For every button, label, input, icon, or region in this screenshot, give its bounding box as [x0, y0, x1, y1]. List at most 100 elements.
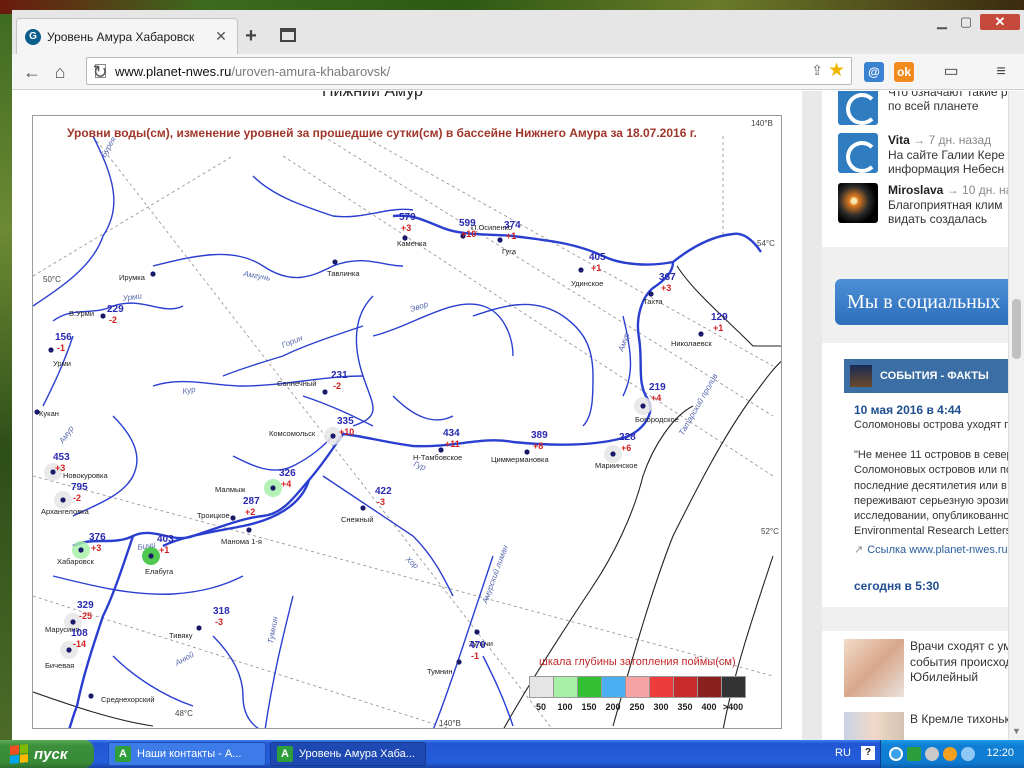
station-dot[interactable] [148, 553, 154, 559]
station-dot[interactable] [60, 497, 66, 503]
station-dot[interactable] [100, 313, 106, 319]
station-dot[interactable] [578, 267, 584, 273]
back-button[interactable]: ← [20, 60, 44, 84]
scale-label: 100 [557, 702, 573, 712]
share-icon[interactable]: ⇪ [811, 62, 823, 79]
app-icon: A [115, 746, 131, 762]
water-label: Тумнин [266, 615, 280, 644]
tray-network-icon[interactable] [925, 747, 939, 761]
minimize-button[interactable]: ▁ [932, 14, 952, 30]
station-dot[interactable] [66, 647, 72, 653]
news-subtitle[interactable]: Соломоновы острова уходят под [854, 419, 1008, 431]
station-level: 367 [659, 272, 676, 283]
station-level: 329 [77, 600, 94, 611]
station-dot[interactable] [322, 389, 328, 395]
language-indicator[interactable]: RU [835, 747, 851, 759]
station-change: -25 [79, 611, 92, 621]
station-name: Снежный [341, 515, 373, 524]
scale-label: 150 [581, 702, 597, 712]
page-scrollbar[interactable]: ▼ [1008, 91, 1024, 740]
station-dot[interactable] [648, 291, 654, 297]
station-level: 335 [337, 416, 354, 427]
station-name: Манома 1-я [221, 537, 262, 546]
comment-item[interactable]: Miroslava → 10 дн. наз Благоприятная кли… [838, 183, 1008, 227]
address-bar[interactable]: www.planet-nwes.ru/uroven-amura-khabarov… [86, 57, 852, 85]
scroll-down-icon[interactable]: ▼ [1012, 726, 1021, 736]
comment-line1: Что означают такие р [888, 91, 1008, 99]
grid-line [33, 475, 774, 677]
close-window-button[interactable]: ✕ [980, 14, 1020, 30]
tray-back-icon[interactable] [889, 747, 903, 761]
comment-author[interactable]: Miroslava [888, 183, 943, 197]
station-name: Каменка [397, 239, 427, 248]
station-dot[interactable] [196, 625, 202, 631]
station-dot[interactable] [524, 449, 530, 455]
station-dot[interactable] [88, 693, 94, 699]
station-change: +6 [621, 443, 631, 453]
station-dot[interactable] [474, 629, 480, 635]
station-dot[interactable] [330, 433, 336, 439]
station-level: 229 [107, 304, 124, 315]
social-networks-banner[interactable]: Мы в социальных [835, 279, 1008, 325]
tributary [72, 415, 138, 517]
chat-icon[interactable]: ▭ [940, 62, 962, 82]
comment-time: 10 дн. наз [962, 183, 1008, 197]
station-dot[interactable] [48, 347, 54, 353]
reload-arrow-icon[interactable]: ↻ [88, 60, 112, 84]
tab-active[interactable]: G Уровень Амура Хабаровск ✕ [16, 18, 238, 54]
news-link-url[interactable]: www.planet-nwes.ru [909, 544, 1007, 556]
comment-item[interactable]: Vita → 7 дн. назад На сайте Галии Кере ин… [838, 133, 1008, 177]
station-name: Циммермановка [491, 455, 549, 464]
comment-author[interactable]: Vita [888, 133, 910, 147]
station-dot[interactable] [78, 547, 84, 553]
odnoklassniki-extension-icon[interactable]: ok [894, 62, 914, 82]
new-tab-button[interactable]: + [240, 26, 262, 46]
teaser-line: В Кремле тихонько [910, 712, 1008, 726]
scale-swatch [553, 676, 578, 698]
maximize-button[interactable]: ▢ [956, 14, 976, 30]
comment-item[interactable]: Что означают такие р по всей планете [838, 91, 1008, 129]
menu-icon[interactable]: ≡ [990, 62, 1012, 82]
station-dot[interactable] [640, 403, 646, 409]
help-icon[interactable]: ? [861, 746, 875, 760]
taskbar-item-amur[interactable]: A Уровень Амура Хаба... [270, 742, 426, 766]
station-change: -2 [109, 315, 117, 325]
station-dot[interactable] [610, 451, 616, 457]
tributary [212, 635, 259, 728]
taskbar-item-contacts[interactable]: A Наши контакты - A... [108, 742, 266, 766]
teaser-item[interactable]: Врачи сходят с ум события происход Юбиле… [844, 639, 1008, 699]
grid-label: 50°С [43, 275, 61, 284]
mail-extension-icon[interactable]: @ [864, 62, 884, 82]
station-dot[interactable] [438, 447, 444, 453]
station-dot[interactable] [497, 237, 503, 243]
tray-security-icon[interactable] [943, 747, 957, 761]
tab-overview-icon[interactable] [280, 28, 296, 42]
bookmark-star-icon[interactable]: ★ [828, 59, 845, 82]
station-dot[interactable] [360, 505, 366, 511]
teaser-item[interactable]: В Кремле тихонько [844, 712, 1008, 740]
app-icon: A [277, 746, 293, 762]
station-level: 434 [443, 428, 460, 439]
tray-app-icon[interactable] [907, 747, 921, 761]
scrollbar-thumb[interactable] [1012, 299, 1021, 359]
station-dot[interactable] [150, 271, 156, 277]
station-dot[interactable] [332, 259, 338, 265]
station-dot[interactable] [698, 331, 704, 337]
tributary [152, 253, 404, 279]
station-dot[interactable] [70, 619, 76, 625]
station-dot[interactable] [456, 659, 462, 665]
news-link[interactable]: ↗ Ссылка www.planet-nwes.ru [854, 543, 1008, 556]
station-name: Н-Тамбовское [413, 453, 462, 462]
start-button[interactable]: пуск [0, 740, 94, 768]
teaser-line: события происход [910, 654, 1008, 669]
station-dot[interactable] [270, 485, 276, 491]
news-header[interactable]: СОБЫТИЯ - ФАКТЫ [844, 359, 1008, 393]
scale-swatch [577, 676, 602, 698]
news-line: "Не менее 11 островов в северно [854, 449, 1008, 461]
station-change: +10 [339, 427, 354, 437]
station-dot[interactable] [230, 515, 236, 521]
tray-volume-icon[interactable] [961, 747, 975, 761]
station-dot[interactable] [246, 527, 252, 533]
tab-close-icon[interactable]: ✕ [213, 28, 229, 45]
home-button[interactable]: ⌂ [48, 60, 72, 84]
